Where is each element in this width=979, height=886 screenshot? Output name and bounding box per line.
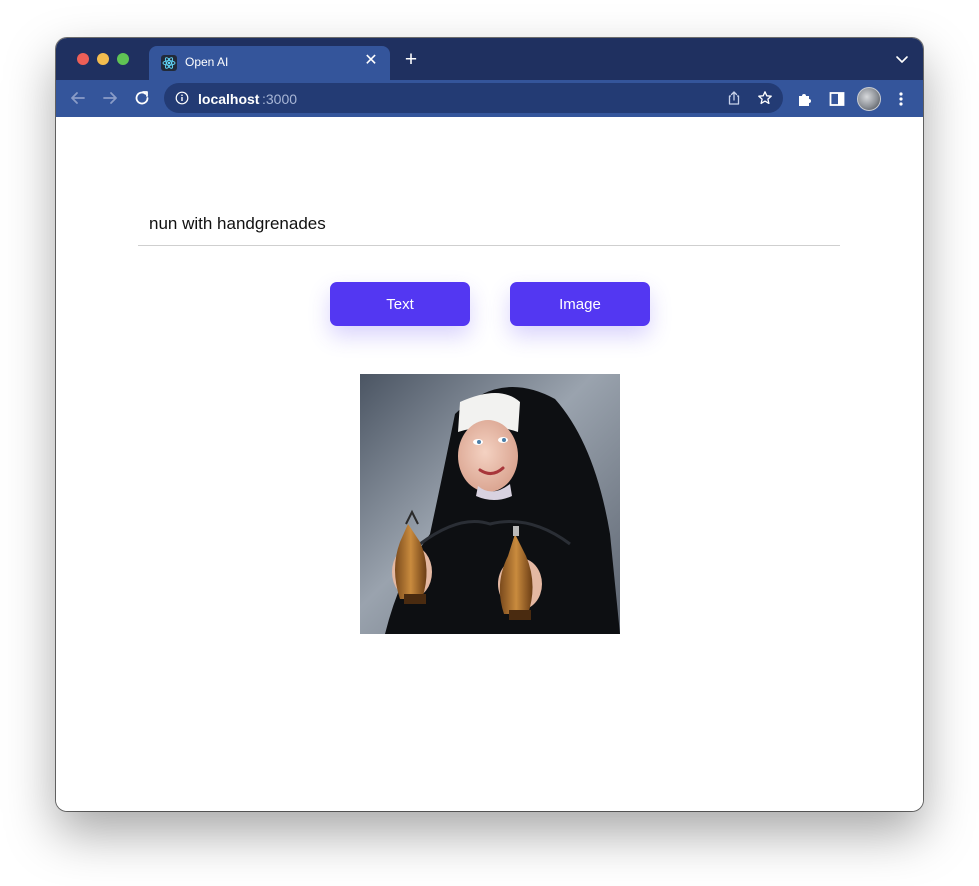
tab-open-ai[interactable]: Open AI ✕ <box>149 46 390 80</box>
info-icon[interactable] <box>175 91 189 105</box>
chevron-down-icon[interactable] <box>895 52 909 66</box>
reload-icon[interactable] <box>132 88 152 108</box>
page-content: Text Image <box>56 117 923 811</box>
image-button[interactable]: Image <box>510 282 650 326</box>
address-bar[interactable]: localhost :3000 <box>164 83 783 113</box>
arrow-left-icon[interactable] <box>68 88 88 108</box>
maximize-window-button[interactable] <box>117 53 129 65</box>
prompt-input[interactable] <box>138 202 840 246</box>
avatar[interactable] <box>857 87 881 111</box>
tab-title: Open AI <box>185 55 229 69</box>
tab-strip: Open AI ✕ + <box>56 38 923 80</box>
minimize-window-button[interactable] <box>97 53 109 65</box>
url-host: localhost <box>198 91 260 107</box>
close-icon[interactable]: ✕ <box>362 52 380 70</box>
share-icon[interactable] <box>726 90 742 106</box>
browser-toolbar: localhost :3000 <box>56 80 923 117</box>
close-window-button[interactable] <box>77 53 89 65</box>
side-panel-icon[interactable] <box>828 90 846 108</box>
react-logo-icon <box>161 55 177 71</box>
browser-window: Open AI ✕ + localhost:3000 nun with han… <box>56 38 923 811</box>
arrow-right-icon[interactable] <box>100 88 120 108</box>
url-port: :3000 <box>262 91 298 107</box>
plus-icon[interactable]: + <box>400 49 422 71</box>
star-icon[interactable] <box>757 90 773 106</box>
text-button[interactable]: Text <box>330 282 470 326</box>
generated-image <box>360 374 620 634</box>
more-vertical-icon[interactable] <box>892 90 910 108</box>
puzzle-icon[interactable] <box>796 90 814 108</box>
